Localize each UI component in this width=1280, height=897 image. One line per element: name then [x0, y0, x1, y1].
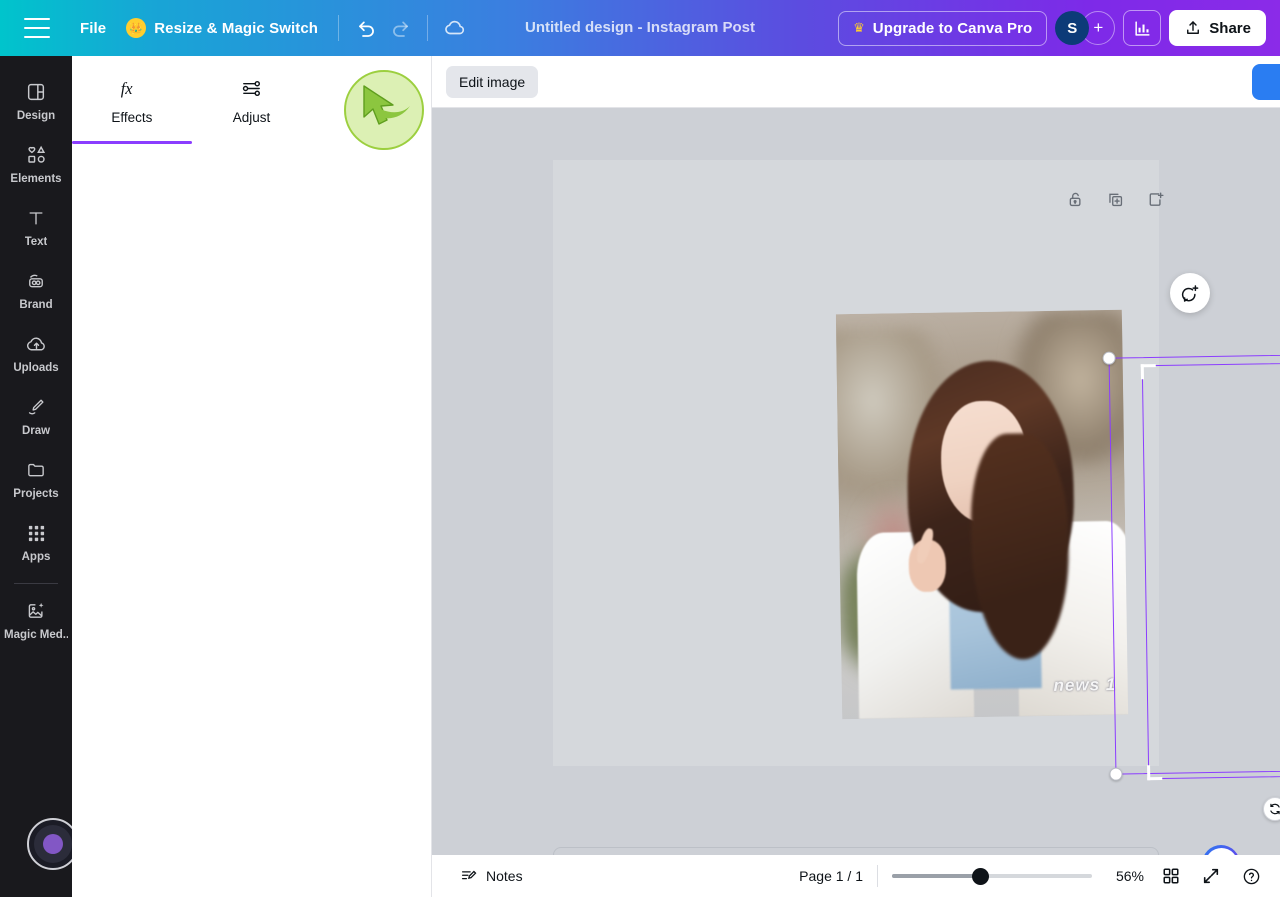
- image-photo: news 1: [835, 309, 1129, 720]
- canvas-workspace[interactable]: news 1: [432, 108, 1280, 897]
- brand-icon: [23, 268, 49, 294]
- crop-frame[interactable]: [1140, 360, 1280, 781]
- rotate-icon[interactable]: [1263, 797, 1280, 821]
- notes-icon: [461, 870, 477, 880]
- file-menu-button[interactable]: File: [70, 13, 116, 44]
- tab-effects[interactable]: fx Effects: [72, 56, 192, 144]
- add-page-icon[interactable]: [1142, 186, 1168, 212]
- redo-icon[interactable]: [383, 11, 417, 45]
- design-page[interactable]: news 1: [553, 160, 1159, 766]
- editor-toolbar: Edit image: [432, 56, 1280, 108]
- sidebar-label-design: Design: [16, 110, 56, 122]
- zoom-slider-fill: [892, 874, 980, 878]
- pen-draw-icon: [23, 394, 49, 420]
- sidebar-item-projects[interactable]: Projects: [4, 448, 68, 507]
- recording-indicator-core: [43, 834, 63, 854]
- share-label: Share: [1209, 19, 1251, 37]
- insights-button[interactable]: [1123, 10, 1162, 46]
- notes-button[interactable]: Notes: [452, 862, 531, 890]
- help-icon[interactable]: [1238, 863, 1264, 889]
- upgrade-label: Upgrade to Canva Pro: [872, 19, 1033, 37]
- grid-view-icon[interactable]: [1158, 863, 1184, 889]
- crop-handle-top-left[interactable]: [1140, 364, 1156, 380]
- zoom-slider-knob[interactable]: [972, 867, 989, 885]
- top-bar: File 👑 Resize & Magic Switch Untitled de…: [0, 0, 1280, 56]
- sidebar-item-design[interactable]: Design: [4, 70, 68, 129]
- cloud-upload-icon: [23, 331, 49, 357]
- fullscreen-icon[interactable]: [1198, 863, 1224, 889]
- side-panel: fx Effects Adjust: [72, 56, 432, 897]
- add-comment-icon[interactable]: [1170, 273, 1210, 313]
- toolbar-overflow-button[interactable]: [1252, 64, 1280, 100]
- text-t-icon: [23, 205, 49, 231]
- notes-label: Notes: [486, 868, 523, 884]
- sidebar-item-draw[interactable]: Draw: [4, 385, 68, 444]
- resize-handle-top-left[interactable]: [1102, 351, 1116, 365]
- shapes-icon: [23, 142, 49, 168]
- crop-handle-bottom-left[interactable]: [1147, 765, 1163, 781]
- bottom-divider: [877, 865, 878, 887]
- resize-magic-switch-button[interactable]: 👑 Resize & Magic Switch: [116, 11, 328, 45]
- recording-indicator-ring: [34, 825, 72, 863]
- tab-adjust-label: Adjust: [232, 109, 271, 125]
- sidebar-label-text: Text: [24, 236, 48, 248]
- edit-image-button[interactable]: Edit image: [446, 65, 539, 98]
- sidebar-label-uploads: Uploads: [13, 362, 59, 374]
- top-bar-right: ♛ Upgrade to Canva Pro S + Share: [838, 10, 1280, 46]
- resize-magic-switch-label: Resize & Magic Switch: [154, 19, 319, 37]
- resize-handle-bottom-left[interactable]: [1109, 767, 1123, 781]
- hamburger-icon[interactable]: [24, 18, 50, 38]
- toolbar-divider: [338, 15, 340, 41]
- crown-icon: 👑: [126, 18, 147, 38]
- toolbar-divider-2: [427, 15, 429, 41]
- design-layout-icon: [23, 79, 49, 105]
- zoom-value: 56%: [1115, 868, 1144, 884]
- crown-icon: ♛: [853, 20, 865, 35]
- sidebar-label-brand: Brand: [19, 299, 53, 311]
- share-button[interactable]: Share: [1169, 10, 1266, 46]
- sidebar-item-text[interactable]: Text: [4, 196, 68, 255]
- sidebar-item-magic-media[interactable]: Magic Med...: [4, 589, 68, 648]
- grid-apps-icon: [23, 520, 49, 546]
- document-title-text: Untitled design - Instagram Post: [524, 19, 756, 36]
- sidebar-label-magic-media: Magic Med...: [4, 629, 68, 641]
- left-rail: Design Elements Text Brand Uploads Draw …: [0, 56, 72, 897]
- bottom-bar-right: Page 1 / 1 56%: [799, 863, 1280, 889]
- sidebar-label-elements: Elements: [10, 173, 62, 185]
- tab-adjust[interactable]: Adjust: [192, 56, 312, 144]
- sliders-icon: [240, 76, 263, 102]
- sidebar-item-brand[interactable]: Brand: [4, 259, 68, 318]
- image-element[interactable]: news 1: [835, 309, 1129, 720]
- tab-effects-label: Effects: [111, 109, 153, 125]
- unlock-icon[interactable]: [1062, 186, 1088, 212]
- canva-editor-window: File 👑 Resize & Magic Switch Untitled de…: [0, 0, 1280, 897]
- editor-area: Edit image news 1: [432, 56, 1280, 897]
- image-watermark: news 1: [1053, 674, 1117, 695]
- sidebar-label-apps: Apps: [21, 551, 51, 563]
- sidebar-label-draw: Draw: [21, 425, 51, 437]
- sidebar-item-apps[interactable]: Apps: [4, 511, 68, 570]
- recording-indicator: [27, 818, 72, 870]
- page-counter: Page 1 / 1: [799, 868, 863, 884]
- page-controls: [1062, 186, 1168, 212]
- folder-icon: [23, 457, 49, 483]
- duplicate-icon[interactable]: [1102, 186, 1128, 212]
- green-cursor-spotlight: [344, 70, 424, 150]
- cloud-saved-icon[interactable]: [438, 11, 472, 45]
- avatar[interactable]: S: [1055, 11, 1090, 45]
- rail-divider: [14, 583, 58, 584]
- zoom-slider[interactable]: [892, 867, 1092, 885]
- sidebar-label-projects: Projects: [13, 488, 59, 500]
- upload-icon: [1187, 21, 1200, 34]
- magic-media-icon: [23, 598, 49, 624]
- file-menu-label: File: [80, 19, 107, 37]
- fx-icon: fx: [119, 76, 145, 102]
- bottom-bar: Notes Page 1 / 1 56%: [432, 855, 1280, 897]
- avatar-group: S +: [1055, 11, 1116, 45]
- sidebar-item-uploads[interactable]: Uploads: [4, 322, 68, 381]
- upgrade-to-pro-button[interactable]: ♛ Upgrade to Canva Pro: [838, 10, 1048, 46]
- sidebar-item-elements[interactable]: Elements: [4, 133, 68, 192]
- undo-icon[interactable]: [349, 11, 383, 45]
- svg-text:fx: fx: [121, 79, 134, 98]
